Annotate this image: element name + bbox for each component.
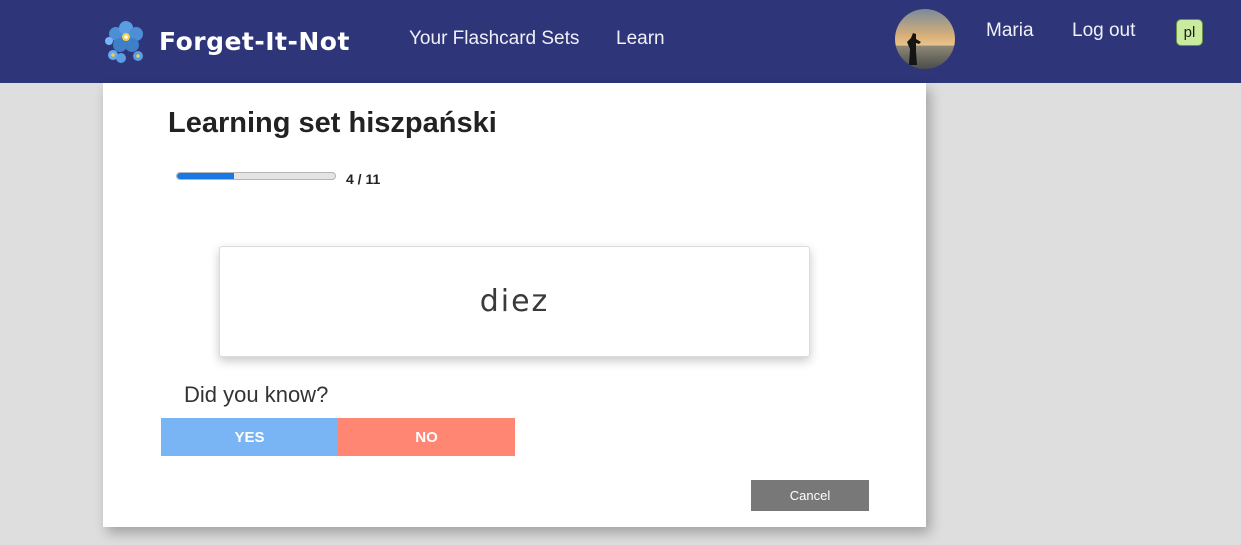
cancel-button[interactable]: Cancel [751, 480, 869, 511]
flashcard[interactable]: diez [219, 246, 810, 357]
learning-panel: Learning set hiszpański 4 / 11 diez Did … [103, 83, 926, 527]
no-button[interactable]: NO [338, 418, 515, 456]
avatar[interactable] [895, 9, 955, 69]
yes-button[interactable]: YES [161, 418, 338, 456]
flashcard-word: diez [479, 284, 550, 319]
nav-link-learn[interactable]: Learn [616, 28, 665, 50]
user-name-link[interactable]: Maria [986, 20, 1034, 42]
forget-me-not-flower-icon [105, 21, 143, 63]
progress-bar [176, 172, 336, 180]
brand-name[interactable]: Forget-It-Not [159, 27, 350, 56]
top-navbar: Forget-It-Not Your Flashcard Sets Learn … [0, 0, 1241, 83]
title-prefix: Learning set [168, 107, 349, 139]
page-title: Learning set hiszpański [168, 107, 497, 140]
logout-link[interactable]: Log out [1072, 20, 1135, 42]
set-name: hiszpański [348, 107, 497, 139]
did-you-know-question: Did you know? [184, 382, 329, 407]
avatar-photo [895, 9, 955, 69]
progress-bar-fill [177, 173, 235, 179]
progress-counter: 4 / 11 [346, 171, 381, 187]
brand-link[interactable]: Forget-It-Not [102, 15, 350, 67]
nav-link-flashcard-sets[interactable]: Your Flashcard Sets [409, 28, 579, 50]
language-switch-button[interactable]: pl [1176, 19, 1203, 46]
